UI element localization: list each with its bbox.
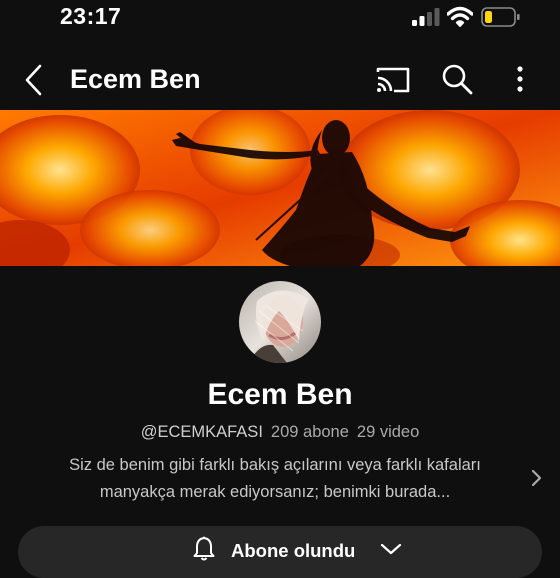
channel-meta: @ECEMKAFASI 209 abone 29 video <box>0 423 560 442</box>
chevron-right-icon[interactable] <box>527 466 545 490</box>
app-bar-title: Ecem Ben <box>70 64 201 94</box>
channel-banner <box>0 110 560 266</box>
search-icon[interactable] <box>441 63 473 95</box>
channel-avatar[interactable] <box>239 281 321 363</box>
wifi-icon <box>447 6 473 27</box>
back-button[interactable] <box>18 62 50 98</box>
channel-handle: @ECEMKAFASI <box>140 423 263 441</box>
subscribed-label: Abone olundu <box>231 540 356 561</box>
battery-low-icon <box>481 7 520 27</box>
status-bar: 23:17 <box>0 0 560 40</box>
channel-description[interactable]: Siz de benim gibi farklı bakış açılarını… <box>30 452 520 506</box>
more-vertical-icon[interactable] <box>508 62 532 96</box>
cast-icon[interactable] <box>376 66 410 94</box>
status-time: 23:17 <box>60 3 122 29</box>
cellular-signal-icon <box>412 8 440 26</box>
chevron-down-icon <box>380 543 402 555</box>
bell-icon <box>193 536 215 561</box>
subscribed-button[interactable]: Abone olundu <box>18 526 542 578</box>
app-bar: Ecem Ben <box>0 50 560 110</box>
subscriber-count: 209 abone <box>270 423 349 441</box>
channel-name: Ecem Ben <box>207 378 353 411</box>
video-count: 29 video <box>356 423 420 441</box>
